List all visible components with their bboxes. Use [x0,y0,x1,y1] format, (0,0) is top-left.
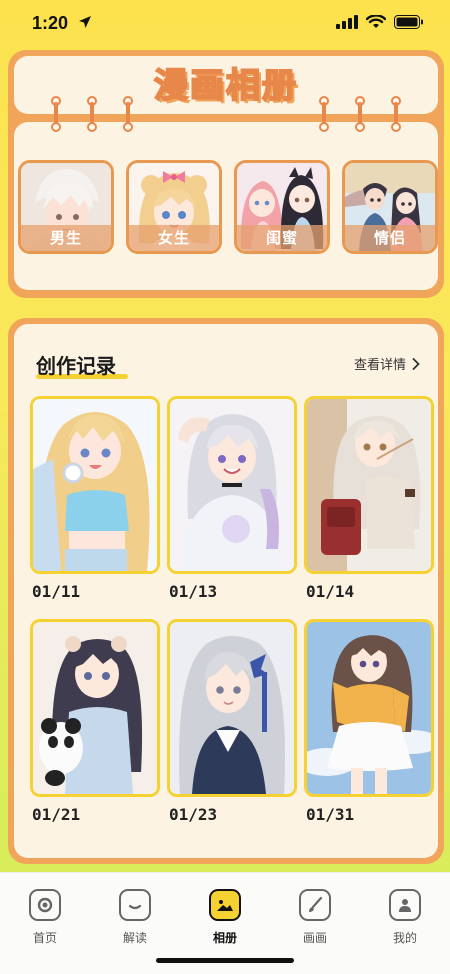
read-icon [119,889,151,921]
anime-girl-panda-image [33,622,157,794]
record-item[interactable]: 01/31 [304,619,434,824]
album-title: 漫画相册 [153,65,298,107]
category-couple[interactable]: 情侣 [342,160,438,254]
anime-girl-backpack-image [307,399,431,571]
binder-ring-icon [390,96,402,132]
view-details-label: 查看详情 [353,358,406,373]
category-label: 女生 [129,225,219,251]
profile-icon [389,889,421,921]
nav-profile[interactable]: 我的 [360,889,450,946]
record-item[interactable]: 01/14 [304,396,434,601]
anime-girl-silver-image [170,399,294,571]
nav-home[interactable]: 首页 [0,889,90,946]
home-indicator [156,958,294,963]
record-item[interactable]: 01/23 [167,619,297,824]
anime-girl-blonde-image [33,399,157,571]
category-label: 闺蜜 [237,225,327,251]
record-date: 01/31 [306,805,355,824]
record-date: 01/14 [306,582,355,601]
nav-label: 解读 [122,931,147,945]
record-thumbnail[interactable] [304,619,434,797]
record-thumbnail[interactable] [304,396,434,574]
record-item[interactable]: 01/11 [30,396,160,601]
binder-ring-icon [122,96,134,132]
record-thumbnail[interactable] [167,619,297,797]
status-bar: 1:20 [0,0,450,48]
signal-icon [336,15,358,29]
nav-draw[interactable]: 画画 [270,889,360,946]
status-time: 1:20 [32,13,69,33]
record-date: 01/13 [169,582,218,601]
record-item[interactable]: 01/13 [167,396,297,601]
record-date: 01/21 [32,805,81,824]
wifi-icon [366,15,386,28]
binder-ring-icon [318,96,330,132]
album-icon [209,889,241,921]
binder-ring-icon [50,96,62,132]
records-panel: 创作记录 查看详情 01/11 01/13 01/14 01/21 01/23 … [14,324,438,858]
records-grid: 01/11 01/13 01/14 01/21 01/23 01/31 [30,396,434,824]
battery-icon [394,15,423,29]
anime-girl-skirt-image [307,622,431,794]
record-thumbnail[interactable] [30,619,160,797]
chevron-right-icon [412,357,420,370]
nav-read[interactable]: 解读 [90,889,180,946]
category-label: 男生 [21,225,111,251]
category-row: 男生 女生 闺蜜 情侣 [18,160,438,254]
record-thumbnail[interactable] [30,396,160,574]
nav-album[interactable]: 相册 [180,889,270,946]
record-date: 01/23 [169,805,218,824]
brush-icon [299,889,331,921]
binder-ring-icon [354,96,366,132]
anime-girl-ribbon-image [170,622,294,794]
binder-ring-icon [86,96,98,132]
category-girl[interactable]: 女生 [126,160,222,254]
nav-label: 首页 [32,931,57,945]
view-details-link[interactable]: 查看详情 [354,354,420,373]
nav-label: 我的 [392,931,417,945]
records-title: 创作记录 [36,354,116,378]
record-item[interactable]: 01/21 [30,619,160,824]
nav-label: 相册 [212,931,237,945]
record-date: 01/11 [32,582,81,601]
home-icon [29,889,61,921]
nav-label: 画画 [302,931,327,945]
category-boy[interactable]: 男生 [18,160,114,254]
records-card: 创作记录 查看详情 01/11 01/13 01/14 01/21 01/23 … [8,318,444,864]
location-arrow-icon [79,16,91,28]
record-thumbnail[interactable] [167,396,297,574]
status-icons [336,15,424,29]
category-besties[interactable]: 闺蜜 [234,160,330,254]
category-label: 情侣 [345,225,435,251]
